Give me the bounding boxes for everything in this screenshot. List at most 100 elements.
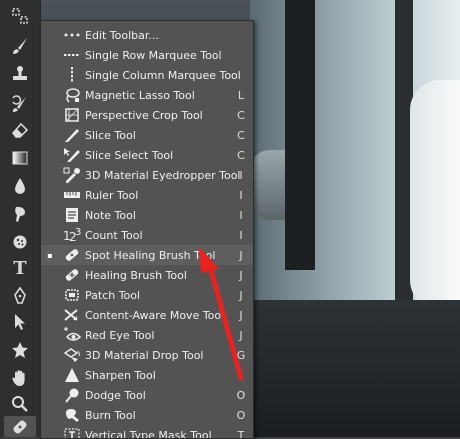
- selected-indicator: ▪: [45, 251, 55, 260]
- menu-item-slice[interactable]: Slice Tool C: [41, 125, 253, 145]
- hand-icon[interactable]: [4, 366, 36, 390]
- menu-item-single-row-marquee[interactable]: Single Row Marquee Tool: [41, 45, 253, 65]
- menu-item-label: Patch Tool: [85, 289, 140, 302]
- single-column-marquee-icon: [61, 66, 83, 84]
- menu-item-note[interactable]: Note Tool I: [41, 205, 253, 225]
- perspective-crop-icon: [61, 106, 83, 124]
- slice-icon: [61, 126, 83, 144]
- spot-healing-active-icon[interactable]: [4, 416, 36, 437]
- menu-item-shortcut: O: [235, 389, 247, 402]
- menu-item-3d-material-eyedropper[interactable]: 3D Material Eyedropper Tool I: [41, 165, 253, 185]
- menu-item-3d-material-drop[interactable]: 3D Material Drop Tool G: [41, 345, 253, 365]
- history-brush-icon[interactable]: [4, 92, 36, 116]
- sponge-icon[interactable]: [4, 230, 36, 254]
- menu-item-label: Healing Brush Tool: [85, 269, 187, 282]
- menu-item-spot-healing-brush[interactable]: ▪ Spot Healing Brush Tool J: [41, 245, 253, 265]
- burn-icon: [61, 406, 83, 424]
- shape-icon[interactable]: [4, 338, 36, 362]
- svg-text:3: 3: [75, 227, 81, 238]
- menu-item-count[interactable]: 123 Count Tool I: [41, 225, 253, 245]
- menu-item-ruler[interactable]: Ruler Tool I: [41, 185, 253, 205]
- more-dots-icon: [61, 26, 83, 44]
- artboard-icon[interactable]: [4, 4, 36, 28]
- menu-item-label: Red Eye Tool: [85, 329, 155, 342]
- menu-item-label: Single Row Marquee Tool: [85, 49, 222, 62]
- menu-item-red-eye[interactable]: Red Eye Tool J: [41, 325, 253, 345]
- vertical-type-mask-icon: [61, 426, 83, 439]
- red-eye-icon: [61, 326, 83, 344]
- 3d-eyedropper-icon: [61, 166, 83, 184]
- menu-item-label: Single Column Marquee Tool: [85, 69, 241, 82]
- stamp-icon[interactable]: [4, 62, 36, 86]
- menu-item-slice-select[interactable]: Slice Select Tool C: [41, 145, 253, 165]
- note-icon: [61, 206, 83, 224]
- menu-item-edit-toolbar[interactable]: Edit Toolbar...: [41, 25, 253, 45]
- spot-healing-brush-icon: [61, 246, 83, 264]
- menu-item-patch[interactable]: Patch Tool J: [41, 285, 253, 305]
- content-aware-move-icon: [61, 306, 83, 324]
- type-icon[interactable]: T: [4, 256, 36, 280]
- menu-item-shortcut: J: [235, 249, 247, 262]
- menu-item-label: Burn Tool: [85, 409, 136, 422]
- menu-item-dodge[interactable]: Dodge Tool O: [41, 385, 253, 405]
- gradient-icon[interactable]: [4, 146, 36, 170]
- menu-item-shortcut: C: [235, 109, 247, 122]
- menu-item-shortcut: C: [235, 149, 247, 162]
- menu-item-shortcut: G: [235, 349, 247, 362]
- menu-item-shortcut: I: [235, 209, 247, 222]
- zoom-icon[interactable]: [4, 392, 36, 416]
- menu-item-shortcut: O: [235, 409, 247, 422]
- menu-item-label: 3D Material Eyedropper Tool: [85, 169, 241, 182]
- menu-item-magnetic-lasso[interactable]: Magnetic Lasso Tool L: [41, 85, 253, 105]
- photo-pillar: [285, 0, 315, 270]
- smudge-icon[interactable]: [4, 202, 36, 226]
- menu-item-burn[interactable]: Burn Tool O: [41, 405, 253, 425]
- ruler-icon: [61, 186, 83, 204]
- menu-item-shortcut: I: [235, 189, 247, 202]
- menu-item-content-aware-move[interactable]: Content-Aware Move Tool J: [41, 305, 253, 325]
- menu-item-shortcut: I: [235, 229, 247, 242]
- tools-panel: T: [0, 0, 41, 437]
- menu-item-label: Edit Toolbar...: [85, 29, 159, 42]
- menu-item-sharpen[interactable]: Sharpen Tool: [41, 365, 253, 385]
- sharpen-icon: [61, 366, 83, 384]
- menu-item-label: Dodge Tool: [85, 389, 146, 402]
- pen-icon[interactable]: [4, 284, 36, 308]
- menu-item-shortcut: J: [235, 289, 247, 302]
- menu-item-shortcut: J: [235, 329, 247, 342]
- patch-icon: [61, 286, 83, 304]
- single-row-marquee-icon: [61, 46, 83, 64]
- menu-item-label: 3D Material Drop Tool: [85, 349, 203, 362]
- count-icon: 123: [61, 226, 83, 244]
- brush-icon[interactable]: [4, 34, 36, 58]
- menu-item-shortcut: J: [235, 269, 247, 282]
- menu-item-label: Spot Healing Brush Tool: [85, 249, 215, 262]
- menu-item-healing-brush[interactable]: Healing Brush Tool J: [41, 265, 253, 285]
- menu-item-label: Note Tool: [85, 209, 136, 222]
- selection-arrow-icon[interactable]: [4, 310, 36, 334]
- dodge-icon: [61, 386, 83, 404]
- menu-item-label: Slice Tool: [85, 129, 136, 142]
- menu-item-label: Perspective Crop Tool: [85, 109, 203, 122]
- menu-item-shortcut: T: [235, 429, 247, 439]
- healing-brush-icon: [61, 266, 83, 284]
- tool-flyout-menu: Edit Toolbar... Single Row Marquee Tool …: [40, 20, 254, 439]
- menu-item-label: Vertical Type Mask Tool: [85, 429, 212, 439]
- blur-drop-icon[interactable]: [4, 174, 36, 198]
- photo-person: [410, 80, 460, 310]
- menu-item-label: Ruler Tool: [85, 189, 138, 202]
- magnetic-lasso-icon: [61, 86, 83, 104]
- menu-item-shortcut: C: [235, 129, 247, 142]
- menu-item-label: Sharpen Tool: [85, 369, 156, 382]
- slice-select-icon: [61, 146, 83, 164]
- menu-item-single-column-marquee[interactable]: Single Column Marquee Tool: [41, 65, 253, 85]
- menu-item-shortcut: L: [235, 89, 247, 102]
- menu-item-label: Magnetic Lasso Tool: [85, 89, 195, 102]
- menu-item-label: Count Tool: [85, 229, 143, 242]
- eraser-icon[interactable]: [4, 118, 36, 142]
- menu-item-label: Content-Aware Move Tool: [85, 309, 224, 322]
- menu-item-shortcut: J: [235, 309, 247, 322]
- menu-item-label: Slice Select Tool: [85, 149, 173, 162]
- menu-item-perspective-crop[interactable]: Perspective Crop Tool C: [41, 105, 253, 125]
- 3d-material-drop-icon: [61, 346, 83, 364]
